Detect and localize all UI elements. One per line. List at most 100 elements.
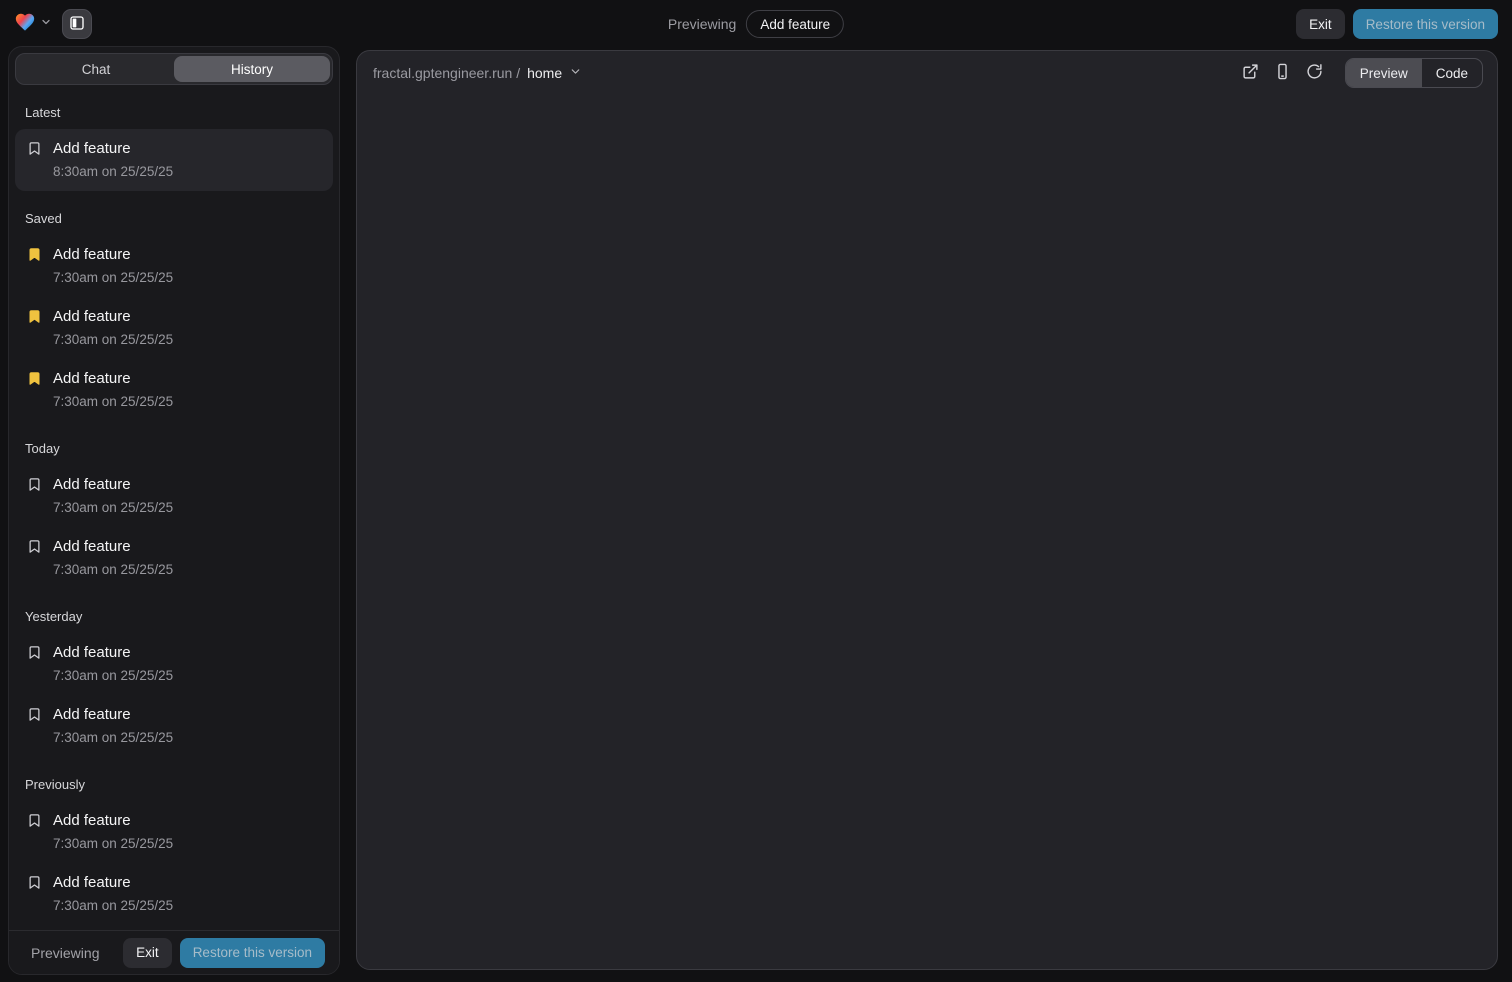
version-title: Add feature bbox=[53, 705, 173, 725]
version-item[interactable]: Add feature 7:30am on 25/25/25 bbox=[15, 359, 333, 421]
tab-chat[interactable]: Chat bbox=[18, 56, 174, 82]
bookmark-outline-icon bbox=[27, 707, 42, 722]
toggle-code[interactable]: Code bbox=[1422, 59, 1482, 87]
section-title: Latest bbox=[25, 105, 323, 121]
history-list[interactable]: Latest Add feature 8:30am on 25/25/25 Sa… bbox=[15, 93, 333, 929]
bookmark-outline-icon bbox=[27, 645, 42, 660]
section-items: Add feature 7:30am on 25/25/25 Add featu… bbox=[15, 633, 333, 757]
open-in-new-tab-icon bbox=[1242, 63, 1259, 83]
preview-header-actions: Preview Code bbox=[1237, 58, 1483, 88]
chevron-down-icon bbox=[40, 15, 52, 33]
footer-exit-button[interactable]: Exit bbox=[123, 938, 172, 968]
restore-version-button[interactable]: Restore this version bbox=[1353, 9, 1498, 39]
sidebar-footer: Previewing Exit Restore this version bbox=[9, 930, 339, 974]
sidebar-toggle-button[interactable] bbox=[62, 9, 92, 39]
history-section: Today Add feature 7:30am on 25/25/25 Add… bbox=[15, 441, 333, 589]
topbar-left bbox=[14, 9, 92, 39]
version-timestamp: 7:30am on 25/25/25 bbox=[53, 561, 173, 579]
version-title: Add feature bbox=[53, 369, 173, 389]
version-title: Add feature bbox=[53, 873, 173, 893]
bookmark-outline-icon bbox=[27, 813, 42, 828]
version-title: Add feature bbox=[53, 245, 173, 265]
refresh-icon bbox=[1306, 63, 1323, 83]
mobile-view-icon bbox=[1274, 63, 1291, 83]
section-title: Yesterday bbox=[25, 609, 323, 625]
lovable-heart-logo-icon bbox=[14, 11, 36, 38]
version-item[interactable]: Add feature 7:30am on 25/25/25 bbox=[15, 235, 333, 297]
version-item-text: Add feature 7:30am on 25/25/25 bbox=[53, 873, 173, 915]
section-title: Today bbox=[25, 441, 323, 457]
topbar: Previewing Add feature Exit Restore this… bbox=[0, 0, 1512, 48]
section-items: Add feature 7:30am on 25/25/25 Add featu… bbox=[15, 465, 333, 589]
history-section: Latest Add feature 8:30am on 25/25/25 bbox=[15, 105, 333, 191]
version-item-text: Add feature 7:30am on 25/25/25 bbox=[53, 369, 173, 411]
version-timestamp: 8:30am on 25/25/25 bbox=[53, 163, 173, 181]
version-timestamp: 7:30am on 25/25/25 bbox=[53, 835, 173, 853]
toggle-preview[interactable]: Preview bbox=[1346, 59, 1422, 87]
section-title: Previously bbox=[25, 777, 323, 793]
section-title: Saved bbox=[25, 211, 323, 227]
version-item[interactable]: Add feature 7:30am on 25/25/25 bbox=[15, 863, 333, 925]
previewing-status: Previewing bbox=[668, 16, 736, 32]
footer-restore-version-button[interactable]: Restore this version bbox=[180, 938, 325, 968]
bookmark-outline-icon bbox=[27, 875, 42, 890]
sidebar: Chat History Latest Add feature 8:30am o… bbox=[8, 46, 340, 975]
url-breadcrumb[interactable]: fractal.gptengineer.run / home bbox=[373, 65, 582, 81]
version-timestamp: 7:30am on 25/25/25 bbox=[53, 499, 173, 517]
version-title: Add feature bbox=[53, 811, 173, 831]
version-timestamp: 7:30am on 25/25/25 bbox=[53, 331, 173, 349]
version-item-text: Add feature 7:30am on 25/25/25 bbox=[53, 245, 173, 287]
version-title: Add feature bbox=[53, 643, 173, 663]
version-timestamp: 7:30am on 25/25/25 bbox=[53, 667, 173, 685]
version-item-text: Add feature 7:30am on 25/25/25 bbox=[53, 811, 173, 853]
version-item[interactable]: Add feature 7:30am on 25/25/25 bbox=[15, 633, 333, 695]
version-item-text: Add feature 7:30am on 25/25/25 bbox=[53, 705, 173, 747]
bookmark-outline-icon bbox=[27, 141, 42, 156]
version-title: Add feature bbox=[53, 475, 173, 495]
topbar-right: Exit Restore this version bbox=[1296, 9, 1498, 39]
app-logo-menu[interactable] bbox=[14, 11, 52, 38]
version-item[interactable]: Add feature 7:30am on 25/25/25 bbox=[15, 297, 333, 359]
version-item-text: Add feature 7:30am on 25/25/25 bbox=[53, 643, 173, 685]
version-item-text: Add feature 7:30am on 25/25/25 bbox=[53, 537, 173, 579]
version-timestamp: 7:30am on 25/25/25 bbox=[53, 729, 173, 747]
open-in-new-tab-button[interactable] bbox=[1237, 59, 1265, 87]
version-item[interactable]: Add feature 7:30am on 25/25/25 bbox=[15, 527, 333, 589]
preview-viewport[interactable] bbox=[357, 95, 1497, 969]
url-current-page: home bbox=[527, 65, 562, 81]
preview-panel: fractal.gptengineer.run / home bbox=[356, 50, 1498, 970]
version-item-text: Add feature 7:30am on 25/25/25 bbox=[53, 307, 173, 349]
view-toggle: Preview Code bbox=[1345, 58, 1483, 88]
version-timestamp: 7:30am on 25/25/25 bbox=[53, 897, 173, 915]
url-prefix: fractal.gptengineer.run / bbox=[373, 65, 520, 81]
section-items: Add feature 7:30am on 25/25/25 Add featu… bbox=[15, 801, 333, 925]
mobile-view-button[interactable] bbox=[1269, 59, 1297, 87]
history-section: Previously Add feature 7:30am on 25/25/2… bbox=[15, 777, 333, 925]
version-title: Add feature bbox=[53, 537, 173, 557]
bookmark-filled-icon bbox=[27, 309, 42, 324]
version-item[interactable]: Add feature 7:30am on 25/25/25 bbox=[15, 465, 333, 527]
refresh-button[interactable] bbox=[1301, 59, 1329, 87]
bookmark-filled-icon bbox=[27, 247, 42, 262]
bookmark-outline-icon bbox=[27, 477, 42, 492]
version-timestamp: 7:30am on 25/25/25 bbox=[53, 269, 173, 287]
version-title: Add feature bbox=[53, 307, 173, 327]
history-section: Saved Add feature 7:30am on 25/25/25 Add… bbox=[15, 211, 333, 421]
version-timestamp: 7:30am on 25/25/25 bbox=[53, 393, 173, 411]
history-section: Yesterday Add feature 7:30am on 25/25/25… bbox=[15, 609, 333, 757]
exit-button[interactable]: Exit bbox=[1296, 9, 1345, 39]
version-badge[interactable]: Add feature bbox=[746, 10, 844, 38]
version-item-text: Add feature 8:30am on 25/25/25 bbox=[53, 139, 173, 181]
version-item[interactable]: Add feature 7:30am on 25/25/25 bbox=[15, 695, 333, 757]
version-item[interactable]: Add feature 7:30am on 25/25/25 bbox=[15, 801, 333, 863]
section-items: Add feature 7:30am on 25/25/25 Add featu… bbox=[15, 235, 333, 421]
version-item[interactable]: Add feature 8:30am on 25/25/25 bbox=[15, 129, 333, 191]
chevron-down-icon bbox=[569, 65, 582, 81]
section-items: Add feature 8:30am on 25/25/25 bbox=[15, 129, 333, 191]
preview-panel-header: fractal.gptengineer.run / home bbox=[357, 51, 1497, 95]
chat-history-switcher: Chat History bbox=[15, 53, 333, 85]
bookmark-outline-icon bbox=[27, 539, 42, 554]
version-title: Add feature bbox=[53, 139, 173, 159]
topbar-center: Previewing Add feature bbox=[668, 10, 844, 38]
tab-history[interactable]: History bbox=[174, 56, 330, 82]
